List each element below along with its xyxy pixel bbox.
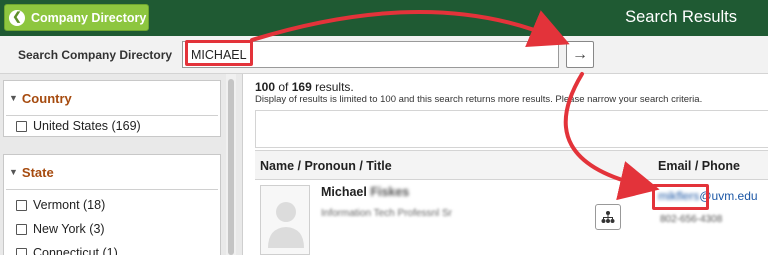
country-facet-title: Country [21,90,72,106]
results-table-header: Name / Pronoun / Title Email / Phone [255,150,768,180]
state-facet-header[interactable]: ▼ State [4,155,220,189]
person-silhouette-icon [261,186,309,254]
org-chart-button[interactable] [595,204,621,230]
checkbox[interactable] [16,120,27,132]
checkbox[interactable] [16,247,27,255]
result-limit-notice: Display of results is limited to 100 and… [255,94,703,105]
triangle-down-icon: ▼ [9,93,18,103]
column-header-name: Name / Pronoun / Title [260,159,392,173]
state-facet: ▼ State Vermont (18) New York (3) Connec… [3,154,221,255]
annotation-box-search-term [185,40,253,66]
directory-page: ❮ Company Directory Search Results Searc… [0,0,768,255]
result-first-name: Michael [321,185,367,199]
filter-item-connecticut[interactable]: Connecticut (1) [4,241,220,255]
search-label: Search Company Directory [18,48,173,62]
filter-item-label: New York (3) [33,222,105,236]
checkbox[interactable] [16,223,27,235]
country-facet: ▼ Country United States (169) [3,80,221,137]
org-chart-icon [601,211,615,223]
search-bar: Search Company Directory → [0,36,768,74]
chevron-left-icon: ❮ [9,9,25,26]
state-facet-title: State [21,164,54,180]
filter-item-label: Connecticut (1) [33,246,118,255]
triangle-down-icon: ▼ [9,167,18,177]
result-title-redacted: Information Tech Professnl Sr [321,208,452,219]
result-of: of [275,80,292,94]
filter-item-label: Vermont (18) [33,198,106,212]
filter-scrollbar-thumb[interactable] [228,79,234,255]
result-total: 169 [291,80,312,94]
avatar [260,185,310,255]
checkbox[interactable] [16,199,27,211]
results-toolbar [255,110,768,148]
phone-redacted: 802-656-4308 [660,214,723,225]
filter-item-vermont[interactable]: Vermont (18) [4,193,220,217]
column-header-email: Email / Phone [658,159,740,173]
filter-item-label: United States (169) [33,119,141,133]
result-name[interactable]: Michael Fiskes [321,185,409,199]
page-title: Search Results [625,8,737,26]
divider [6,189,218,190]
result-suffix: results. [311,80,354,94]
top-header: ❮ Company Directory Search Results [0,0,768,36]
result-last-name-redacted: Fiskes [370,185,410,199]
filter-item-united-states[interactable]: United States (169) [4,114,220,138]
search-submit-button[interactable]: → [566,41,594,68]
results-panel: 100 of 169 results. Display of results i… [244,74,768,255]
arrow-right-icon: → [572,45,588,63]
result-shown: 100 [255,80,276,94]
company-directory-button[interactable]: ❮ Company Directory [4,4,149,31]
company-directory-label: Company Directory [31,10,147,25]
result-count: 100 of 169 results. [255,80,354,94]
filter-panel: ▼ Country United States (169) ▼ State Ve… [0,74,243,255]
filter-item-new-york[interactable]: New York (3) [4,217,220,241]
annotation-box-email [652,184,709,210]
country-facet-header[interactable]: ▼ Country [4,81,220,115]
